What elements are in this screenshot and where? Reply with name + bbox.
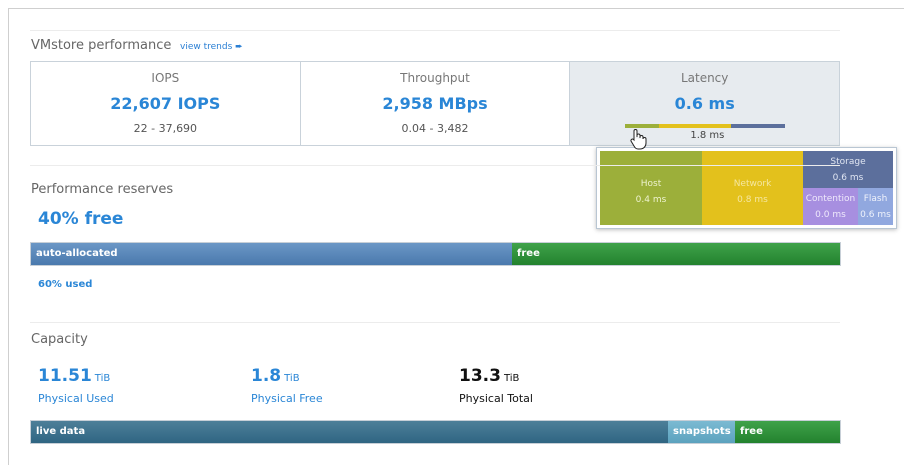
physical-free-label: Physical Free	[251, 392, 323, 405]
metric-value: 0.6 ms	[674, 94, 735, 113]
popup-network-label: Network	[733, 179, 772, 189]
capacity-number: 11.51	[38, 366, 92, 386]
capacity-unit: TiB	[503, 373, 520, 384]
reserves-used-label: 60% used	[38, 279, 93, 290]
view-trends-label[interactable]: view trends	[180, 42, 232, 52]
divider	[30, 30, 840, 31]
physical-used-value: 11.51 TiB	[38, 366, 110, 386]
reserves-free-value: 40% free	[38, 209, 124, 229]
auto-allocated-segment: auto-allocated	[31, 243, 512, 265]
popup-host-label: Host	[640, 179, 662, 189]
performance-title: VMstore performance	[31, 38, 172, 53]
latency-breakdown-bar[interactable]	[625, 124, 786, 128]
popup-contention-cell: Contention 0.0 ms	[803, 188, 858, 225]
metric-throughput[interactable]: Throughput 2,958 MBps 0.04 - 3,482	[301, 62, 571, 145]
popup-network-cell: Network 0.8 ms	[702, 151, 803, 225]
metric-label: Latency	[680, 71, 729, 85]
capacity-unit: TiB	[94, 373, 111, 384]
metric-label: Throughput	[400, 71, 470, 85]
physical-total-label: Physical Total	[459, 392, 533, 405]
snapshots-segment: snapshots	[668, 421, 735, 443]
hand-cursor-icon	[630, 129, 647, 150]
popup-network-value: 0.8 ms	[737, 195, 768, 205]
metric-range: 0.04 - 3,482	[401, 122, 469, 135]
popup-flash-value: 0.6 ms	[860, 210, 891, 220]
capacity-free-segment: free	[735, 421, 840, 443]
reserves-bar[interactable]: auto-allocated free	[30, 242, 841, 266]
divider	[30, 322, 840, 323]
capacity-number: 13.3	[459, 366, 501, 386]
metric-iops[interactable]: IOPS 22,607 IOPS 22 - 37,690	[31, 62, 301, 145]
capacity-bar[interactable]: live data snapshots free	[30, 420, 841, 444]
popup-storage-label: Storage	[830, 157, 866, 167]
popup-host-value: 0.4 ms	[635, 195, 667, 205]
popup-contention-label: Contention	[805, 194, 856, 204]
metric-range: 22 - 37,690	[133, 122, 198, 135]
metric-value: 22,607 IOPS	[110, 94, 221, 113]
capacity-title: Capacity	[31, 332, 88, 347]
popup-contention-value: 0.0 ms	[815, 210, 846, 220]
capacity-number: 1.8	[251, 366, 282, 386]
metric-latency[interactable]: Latency 0.6 ms 1.8 ms	[570, 62, 840, 145]
popup-flash-cell: Flash 0.6 ms	[858, 188, 893, 225]
physical-total-value: 13.3 TiB	[459, 366, 519, 386]
latency-breakdown-popup: Host 0.4 ms Network 0.8 ms Storage 0.6 m…	[596, 147, 897, 229]
popup-storage-cell: Storage 0.6 ms Contention 0.0 ms Flash 0…	[803, 151, 893, 225]
latency-storage-segment	[731, 124, 786, 128]
metric-label: IOPS	[151, 71, 180, 85]
view-trends-link[interactable]: view trends ➨	[180, 42, 243, 52]
metrics-panel: IOPS 22,607 IOPS 22 - 37,690 Throughput …	[30, 61, 840, 146]
capacity-unit: TiB	[284, 373, 300, 384]
divider	[30, 165, 840, 166]
metric-value: 2,958 MBps	[382, 94, 488, 113]
reserves-free-segment: free	[512, 243, 840, 265]
latency-network-segment	[659, 124, 732, 128]
arrow-right-icon[interactable]: ➨	[235, 42, 243, 52]
reserves-title: Performance reserves	[31, 182, 174, 197]
latency-total: 1.8 ms	[690, 130, 725, 141]
live-data-segment: live data	[31, 421, 668, 443]
physical-used-label: Physical Used	[38, 392, 114, 405]
popup-flash-label: Flash	[863, 194, 888, 204]
physical-free-value: 1.8 TiB	[251, 366, 300, 386]
popup-host-cell: Host 0.4 ms	[600, 151, 702, 225]
popup-storage-value: 0.6 ms	[832, 173, 864, 183]
popup-storage-bottom: Contention 0.0 ms Flash 0.6 ms	[803, 188, 893, 225]
popup-storage-top: Storage 0.6 ms	[803, 151, 893, 188]
